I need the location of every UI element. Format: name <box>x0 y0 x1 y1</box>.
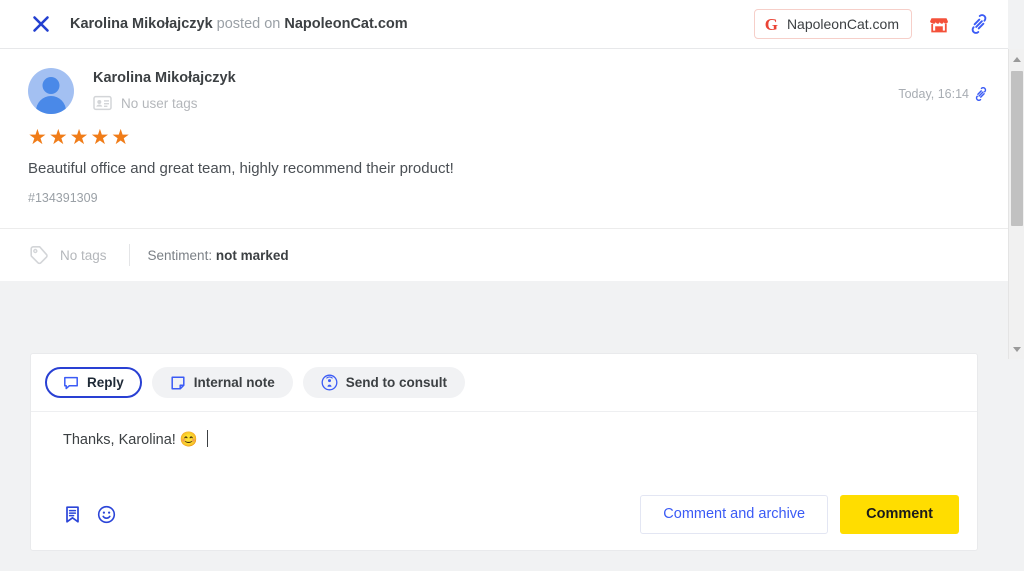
page-title: Karolina Mikołajczyk posted on NapoleonC… <box>70 16 408 32</box>
panel-header: Karolina Mikołajczyk posted on NapoleonC… <box>0 0 1008 49</box>
id-card-icon <box>93 95 112 111</box>
scroll-up-button[interactable] <box>1009 51 1024 67</box>
source-pill-label: NapoleonCat.com <box>787 16 899 32</box>
avatar-head <box>43 77 60 94</box>
review-body-text: Beautiful office and great team, highly … <box>28 160 1008 177</box>
storefront-icon <box>929 14 949 34</box>
link-icon[interactable] <box>974 87 988 101</box>
reply-textarea[interactable]: Thanks, Karolina! 😊 <box>31 412 977 488</box>
review-author-name: Karolina Mikołajczyk <box>93 70 236 86</box>
source-profile-button[interactable]: G NapoleonCat.com <box>754 9 912 39</box>
reply-text-value: Thanks, Karolina! 😊 <box>63 431 198 448</box>
review-id: #134391309 <box>28 191 1008 205</box>
scroll-down-button[interactable] <box>1009 341 1024 357</box>
tab-reply-label: Reply <box>87 375 124 390</box>
comment-and-archive-button[interactable]: Comment and archive <box>640 495 828 534</box>
tags-control[interactable]: No tags <box>28 245 107 265</box>
storefront-button[interactable] <box>926 11 952 37</box>
review-author-block: Karolina Mikołajczyk No user tags <box>93 68 236 114</box>
composer-tools <box>63 505 116 524</box>
header-author: Karolina Mikołajczyk <box>70 16 213 32</box>
rating-stars: ★★★★★ <box>28 127 1008 148</box>
avatar <box>28 68 74 114</box>
timestamp-label: Today, 16:14 <box>898 87 969 101</box>
tab-send-to-consult[interactable]: Send to consult <box>303 367 465 398</box>
composer-actions: Comment and archive Comment <box>640 495 959 534</box>
sentiment-prefix: Sentiment: <box>148 248 213 263</box>
emoji-icon <box>97 505 116 524</box>
header-middle: posted on <box>213 16 285 32</box>
close-icon <box>32 15 50 33</box>
reply-panel: Reply Internal note Send to consult <box>30 353 978 551</box>
comment-button[interactable]: Comment <box>840 495 959 534</box>
tab-reply[interactable]: Reply <box>45 367 142 398</box>
divider <box>129 244 130 266</box>
tab-internal-note-label: Internal note <box>194 375 275 390</box>
saved-replies-button[interactable] <box>63 505 82 524</box>
vertical-scrollbar[interactable] <box>1008 49 1024 359</box>
link-icon <box>969 14 989 34</box>
review-card: Karolina Mikołajczyk No user tags Today,… <box>0 49 1008 229</box>
avatar-body <box>36 96 66 114</box>
text-caret <box>207 430 208 447</box>
broadcast-icon <box>321 374 338 391</box>
close-button[interactable] <box>26 9 56 39</box>
note-icon <box>170 375 186 391</box>
sentiment-control[interactable]: Sentiment: not marked <box>148 248 289 263</box>
review-header-row: Karolina Mikołajczyk No user tags Today,… <box>0 49 1008 114</box>
header-actions: G NapoleonCat.com <box>754 9 992 39</box>
chevron-down-icon <box>1013 347 1021 352</box>
tab-internal-note[interactable]: Internal note <box>152 367 293 398</box>
tab-send-to-consult-label: Send to consult <box>346 375 447 390</box>
emoji-picker-button[interactable] <box>97 505 116 524</box>
sentiment-value: not marked <box>216 248 289 263</box>
user-tags-label: No user tags <box>121 96 198 111</box>
user-tags-row[interactable]: No user tags <box>93 95 236 111</box>
comment-bubble-icon <box>63 375 79 391</box>
composer-footer: Comment and archive Comment <box>31 478 977 550</box>
review-detail-panel: Karolina Mikołajczyk posted on NapoleonC… <box>0 0 1024 571</box>
tags-label: No tags <box>60 248 107 263</box>
chevron-up-icon <box>1013 57 1021 62</box>
reply-mode-tabs: Reply Internal note Send to consult <box>31 354 977 412</box>
tag-icon <box>28 245 50 265</box>
header-source: NapoleonCat.com <box>284 16 407 32</box>
scroll-thumb[interactable] <box>1011 71 1023 226</box>
tags-sentiment-bar: No tags Sentiment: not marked <box>0 229 1008 281</box>
google-g-logo: G <box>765 16 778 33</box>
open-link-button[interactable] <box>966 11 992 37</box>
review-timestamp: Today, 16:14 <box>898 68 988 114</box>
saved-replies-icon <box>63 505 82 524</box>
